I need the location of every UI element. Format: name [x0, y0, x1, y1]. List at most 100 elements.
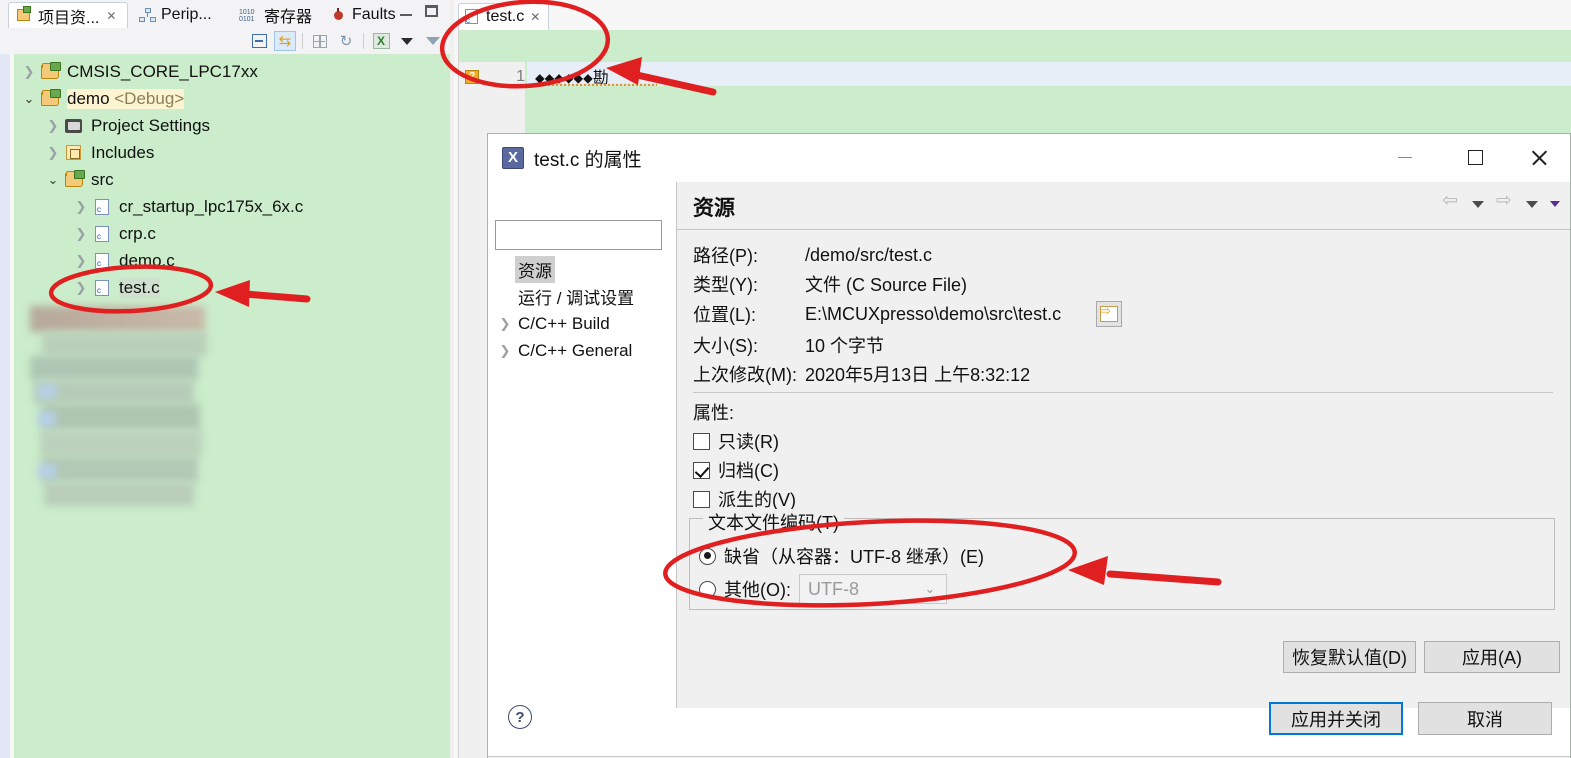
checkbox-icon[interactable] [693, 432, 710, 450]
collapse-all-icon[interactable] [248, 31, 270, 51]
chevron-right-icon[interactable]: ❯ [70, 280, 92, 296]
chevron-down-icon[interactable]: ⌄ [42, 172, 64, 188]
maximize-view-icon[interactable] [425, 5, 438, 17]
chevron-right-icon[interactable]: ❯ [70, 253, 92, 269]
editor-tab-test-c[interactable]: c test.c ✕ [458, 3, 550, 30]
checkbox-icon[interactable] [693, 490, 710, 508]
filters-icon[interactable]: X [370, 31, 392, 51]
radio-selected-icon[interactable] [699, 547, 716, 565]
toolbar-separator [302, 33, 303, 49]
nav-item-cpp-general[interactable]: ❯ C/C++ General [495, 337, 675, 364]
editor-tab-bar: c test.c ✕ [454, 0, 1571, 30]
property-label: 位置(L): [693, 305, 756, 325]
c-file-icon: c [465, 9, 480, 25]
help-icon[interactable]: ? [508, 705, 532, 729]
view-tab-project-explorer[interactable]: 项目资... ✕ [8, 2, 128, 28]
redacted-tree-region [30, 356, 198, 380]
nav-item-run-debug-settings[interactable]: 运行 / 调试设置 [495, 283, 675, 310]
chevron-right-icon[interactable]: ❯ [42, 118, 64, 134]
includes-icon [64, 144, 86, 162]
tree-item-project-settings[interactable]: ❯ Project Settings [14, 112, 450, 139]
nav-item-label: C/C++ Build [518, 313, 610, 333]
apply-and-close-button[interactable]: 应用并关闭 [1269, 702, 1403, 735]
chevron-right-icon[interactable]: ❯ [18, 64, 40, 80]
property-label: 大小(S): [693, 336, 758, 356]
radio-default-encoding[interactable]: 缺省（从容器：UTF-8 继承）(E) [699, 543, 984, 569]
filter-input[interactable] [495, 220, 662, 250]
checkbox-archive[interactable]: 归档(C) [693, 457, 779, 483]
faults-icon [330, 7, 347, 23]
refresh-icon[interactable]: ↻ [335, 31, 357, 51]
apply-button[interactable]: 应用(A) [1424, 641, 1560, 673]
dialog-body: 资源 运行 / 调试设置 ❯ C/C++ Build ❯ C/C++ Gener… [488, 182, 1570, 758]
view-tab-faults[interactable]: Faults [323, 2, 403, 28]
view-tab-peripherals[interactable]: Perip... [132, 2, 219, 28]
tree-item-crp-c[interactable]: ❯ crp.c [14, 220, 450, 247]
chevron-right-icon[interactable]: ❯ [70, 226, 92, 242]
problem-marker-icon[interactable]: ? [465, 70, 479, 84]
settings-nav-tree[interactable]: 资源 运行 / 调试设置 ❯ C/C++ Build ❯ C/C++ Gener… [495, 256, 675, 696]
minimize-panel-icon[interactable] [422, 31, 444, 51]
chevron-right-icon[interactable]: ❯ [42, 145, 64, 161]
folder-icon [64, 169, 86, 189]
property-value: /demo/src/test.c [805, 244, 933, 265]
toolbar-separator [363, 33, 364, 49]
tree-item-includes[interactable]: ❯ Includes [14, 139, 450, 166]
tree-item-cmsis-core[interactable]: ❯ CMSIS_CORE_LPC17xx [14, 58, 450, 85]
redacted-tree-region [40, 430, 202, 456]
maximize-button[interactable] [1452, 134, 1498, 180]
minimize-button[interactable] [1382, 134, 1428, 180]
line-number: 1 [516, 68, 525, 85]
view-tab-registers[interactable]: 1010 0101 寄存器 [232, 2, 319, 28]
chevron-right-icon[interactable]: ❯ [70, 199, 92, 215]
chevron-down-icon[interactable]: ⌄ [916, 575, 944, 603]
forward-dropdown-icon[interactable] [1526, 200, 1538, 208]
new-window-icon[interactable] [309, 31, 331, 51]
chevron-right-icon[interactable]: ❯ [495, 316, 515, 332]
close-button[interactable] [1516, 134, 1562, 180]
property-row-location: 位置(L): E:\MCUXpresso\demo\src\test.c [677, 299, 1557, 329]
edit-location-button[interactable] [1096, 301, 1122, 327]
dialog-title-bar[interactable]: X test.c 的属性 [488, 134, 1570, 182]
checkbox-label: 归档(C) [718, 461, 779, 481]
restore-defaults-button[interactable]: 恢复默认值(D) [1283, 641, 1416, 673]
tree-item-test-c[interactable]: ❯ test.c [14, 274, 450, 301]
encoding-combo-value: UTF-8 [808, 578, 859, 599]
close-icon[interactable]: ✕ [106, 9, 116, 23]
cancel-button[interactable]: 取消 [1418, 702, 1552, 735]
view-menu-icon[interactable] [396, 31, 418, 51]
tree-item-label: test.c [119, 277, 160, 298]
chevron-down-icon[interactable]: ⌄ [18, 91, 40, 107]
registers-icon: 1010 0101 [239, 8, 255, 23]
link-with-editor-icon[interactable]: ⇆ [274, 31, 296, 51]
tree-item-demo-c[interactable]: ❯ demo.c [14, 247, 450, 274]
nav-item-resource[interactable]: 资源 [495, 256, 675, 283]
property-row-size: 大小(S): 10 个字节 [677, 331, 1557, 359]
nav-item-cpp-build[interactable]: ❯ C/C++ Build [495, 310, 675, 337]
radio-icon[interactable] [699, 580, 716, 598]
tree-item-cr-startup[interactable]: ❯ cr_startup_lpc175x_6x.c [14, 193, 450, 220]
radio-other-encoding[interactable]: 其他(O): [699, 576, 791, 602]
back-dropdown-icon[interactable] [1472, 200, 1484, 208]
redacted-tree-region [42, 456, 198, 482]
checkbox-readonly[interactable]: 只读(R) [693, 428, 779, 454]
page-menu-icon[interactable] [1550, 201, 1560, 207]
tree-item-src[interactable]: ⌄ src [14, 166, 450, 193]
redacted-folder-icon [38, 412, 56, 426]
checkbox-checked-icon[interactable] [693, 461, 710, 479]
encoding-combo[interactable]: UTF-8 ⌄ [799, 574, 947, 604]
forward-arrow-icon[interactable] [1496, 189, 1514, 212]
chevron-right-icon[interactable]: ❯ [495, 343, 515, 359]
back-arrow-icon[interactable] [1442, 189, 1460, 212]
folder-icon [40, 61, 62, 81]
tree-item-label: demo.c [119, 250, 175, 270]
tree-item-label: src [91, 169, 114, 189]
property-value: 文件 (C Source File) [805, 275, 968, 295]
close-icon[interactable]: ✕ [530, 10, 540, 24]
minimize-view-icon[interactable] [400, 6, 414, 18]
tree-item-demo[interactable]: ⌄ demo <Debug> [14, 85, 450, 112]
page-content: 路径(P): /demo/src/test.c 类型(Y): 文件 (C Sou… [677, 231, 1570, 708]
view-tab-label: 寄存器 [264, 9, 313, 26]
project-tree[interactable]: ❯ CMSIS_CORE_LPC17xx ⌄ demo <Debug> ❯ Pr… [14, 54, 450, 758]
redacted-tree-region [44, 482, 194, 506]
